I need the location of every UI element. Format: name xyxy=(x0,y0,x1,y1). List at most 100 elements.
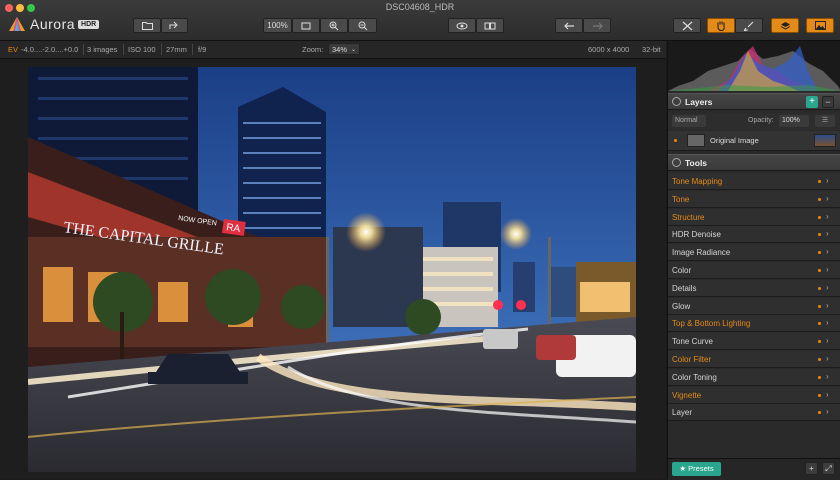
tool-toggle-dot[interactable] xyxy=(818,286,821,290)
tool-item[interactable]: Tone Curve › xyxy=(668,333,840,351)
zoom-out-button[interactable] xyxy=(348,18,377,33)
layers-panel-icon xyxy=(672,97,681,106)
tool-label: Color xyxy=(672,266,692,275)
compare-button[interactable] xyxy=(476,18,504,33)
tool-label: Tone Mapping xyxy=(672,177,723,186)
tools-panel-icon xyxy=(672,158,681,167)
chevron-right-icon[interactable]: › xyxy=(826,354,829,363)
chevron-right-icon[interactable]: › xyxy=(826,318,829,327)
blend-mode-select[interactable]: Normal xyxy=(672,115,706,127)
share-button[interactable] xyxy=(161,18,188,33)
crop-button[interactable] xyxy=(673,18,701,33)
tool-toggle-dot[interactable] xyxy=(818,251,821,255)
chevron-right-icon[interactable]: › xyxy=(826,265,829,274)
opacity-select[interactable]: 100% xyxy=(779,115,809,127)
tool-item[interactable]: Color Filter › xyxy=(668,351,840,368)
expand-panel-button[interactable]: ⤢ xyxy=(822,462,835,475)
zoom-in-button[interactable] xyxy=(320,18,348,33)
tool-item[interactable]: Vignette › xyxy=(668,386,840,404)
histogram xyxy=(668,41,840,91)
zoom-100-button[interactable]: 100% xyxy=(263,18,292,33)
tool-label: Image Radiance xyxy=(672,248,731,258)
tool-toggle-dot[interactable] xyxy=(818,197,821,201)
layers-title: Layers xyxy=(685,97,713,107)
tool-toggle-dot[interactable] xyxy=(818,340,821,344)
ev-values: -4.0....-2.0....+0.0 xyxy=(21,45,79,54)
layer-visibility-dot[interactable] xyxy=(674,139,677,142)
chevron-right-icon[interactable]: › xyxy=(826,283,829,292)
layers-button[interactable] xyxy=(771,18,799,33)
zoom-select[interactable]: 34% ⌄ xyxy=(328,43,360,55)
tool-toggle-dot[interactable] xyxy=(818,411,821,415)
photo-preview[interactable]: THE CAPITAL GRILLE NOW OPEN RA xyxy=(28,67,636,472)
zoom-in-icon xyxy=(329,21,339,30)
presets-button[interactable]: ★ Presets xyxy=(672,462,721,476)
tool-toggle-dot[interactable] xyxy=(818,180,821,183)
fit-screen-button[interactable] xyxy=(292,18,320,33)
tool-label: HDR Denoise xyxy=(672,230,721,240)
chevron-right-icon[interactable]: › xyxy=(826,229,829,238)
tool-item[interactable]: Structure › xyxy=(668,208,840,226)
hand-icon xyxy=(717,21,725,31)
tool-item[interactable]: Color › xyxy=(668,262,840,279)
layer-row[interactable]: Original Image xyxy=(668,131,840,151)
zoom-out-icon xyxy=(358,21,367,30)
focal-length: 27mm xyxy=(166,45,187,54)
image-button[interactable] xyxy=(806,18,834,33)
add-layer-button[interactable]: + xyxy=(806,96,818,108)
undo-button[interactable] xyxy=(555,18,583,33)
right-panel: Layers + − Normal Opacity: 100% ☰ Origin… xyxy=(667,41,840,480)
layers-header[interactable]: Layers + − xyxy=(668,93,840,110)
tools-title: Tools xyxy=(685,158,708,168)
tool-toggle-dot[interactable] xyxy=(818,215,821,219)
tool-label: Color Toning xyxy=(672,372,717,382)
tool-item[interactable]: HDR Denoise › xyxy=(668,226,840,244)
image-count: 3 images xyxy=(87,45,118,54)
tool-toggle-dot[interactable] xyxy=(818,393,821,397)
chevron-right-icon[interactable]: › xyxy=(826,247,829,256)
chevron-down-icon: ⌄ xyxy=(350,47,356,53)
app-logo: Aurora HDR xyxy=(8,15,100,33)
tool-toggle-dot[interactable] xyxy=(818,304,821,308)
chevron-right-icon[interactable]: › xyxy=(826,194,829,203)
tool-item[interactable]: Details › xyxy=(668,279,840,297)
tool-toggle-dot[interactable] xyxy=(818,322,821,326)
tool-item[interactable]: Tone › xyxy=(668,190,840,208)
tool-item[interactable]: Color Toning › xyxy=(668,368,840,386)
info-bar: EV -4.0....-2.0....+0.0 3 images ISO 100… xyxy=(0,41,666,59)
chevron-right-icon[interactable]: › xyxy=(826,372,829,381)
chevron-right-icon[interactable]: › xyxy=(826,407,829,416)
tool-item[interactable]: Tone Mapping › xyxy=(668,173,840,190)
chevron-right-icon[interactable]: › xyxy=(826,301,829,310)
tool-toggle-dot[interactable] xyxy=(818,269,821,272)
opacity-value: 100% xyxy=(782,117,800,124)
tool-item[interactable]: Layer › xyxy=(668,404,840,422)
redo-icon xyxy=(592,22,603,29)
preview-button[interactable] xyxy=(448,18,476,33)
brush-tool-button[interactable] xyxy=(735,18,763,33)
open-button[interactable] xyxy=(133,18,161,33)
iso-value: ISO 100 xyxy=(128,45,156,54)
tool-toggle-dot[interactable] xyxy=(818,375,821,379)
tool-toggle-dot[interactable] xyxy=(818,233,821,237)
redo-button[interactable] xyxy=(583,18,611,33)
app-badge: HDR xyxy=(78,19,100,29)
chevron-right-icon[interactable]: › xyxy=(826,390,829,399)
hand-tool-button[interactable] xyxy=(707,18,735,33)
tool-toggle-dot[interactable] xyxy=(818,358,821,361)
chevron-right-icon[interactable]: › xyxy=(826,336,829,345)
tool-item[interactable]: Image Radiance › xyxy=(668,244,840,262)
tools-header[interactable]: Tools xyxy=(668,154,840,171)
add-preset-button[interactable]: + xyxy=(805,462,818,475)
panel-footer: ★ Presets + ⤢ xyxy=(668,458,840,480)
remove-layer-button[interactable]: − xyxy=(822,96,834,108)
share-icon xyxy=(169,21,178,29)
tool-label: Glow xyxy=(672,301,691,311)
tool-item[interactable]: Glow › xyxy=(668,297,840,315)
zoom-value: 34% xyxy=(332,45,348,54)
chevron-right-icon[interactable]: › xyxy=(826,176,829,185)
chevron-right-icon[interactable]: › xyxy=(826,212,829,221)
tool-label: Vignette xyxy=(672,390,702,400)
tool-item[interactable]: Top & Bottom Lighting › xyxy=(668,315,840,333)
layer-menu-button[interactable]: ☰ xyxy=(815,115,835,127)
